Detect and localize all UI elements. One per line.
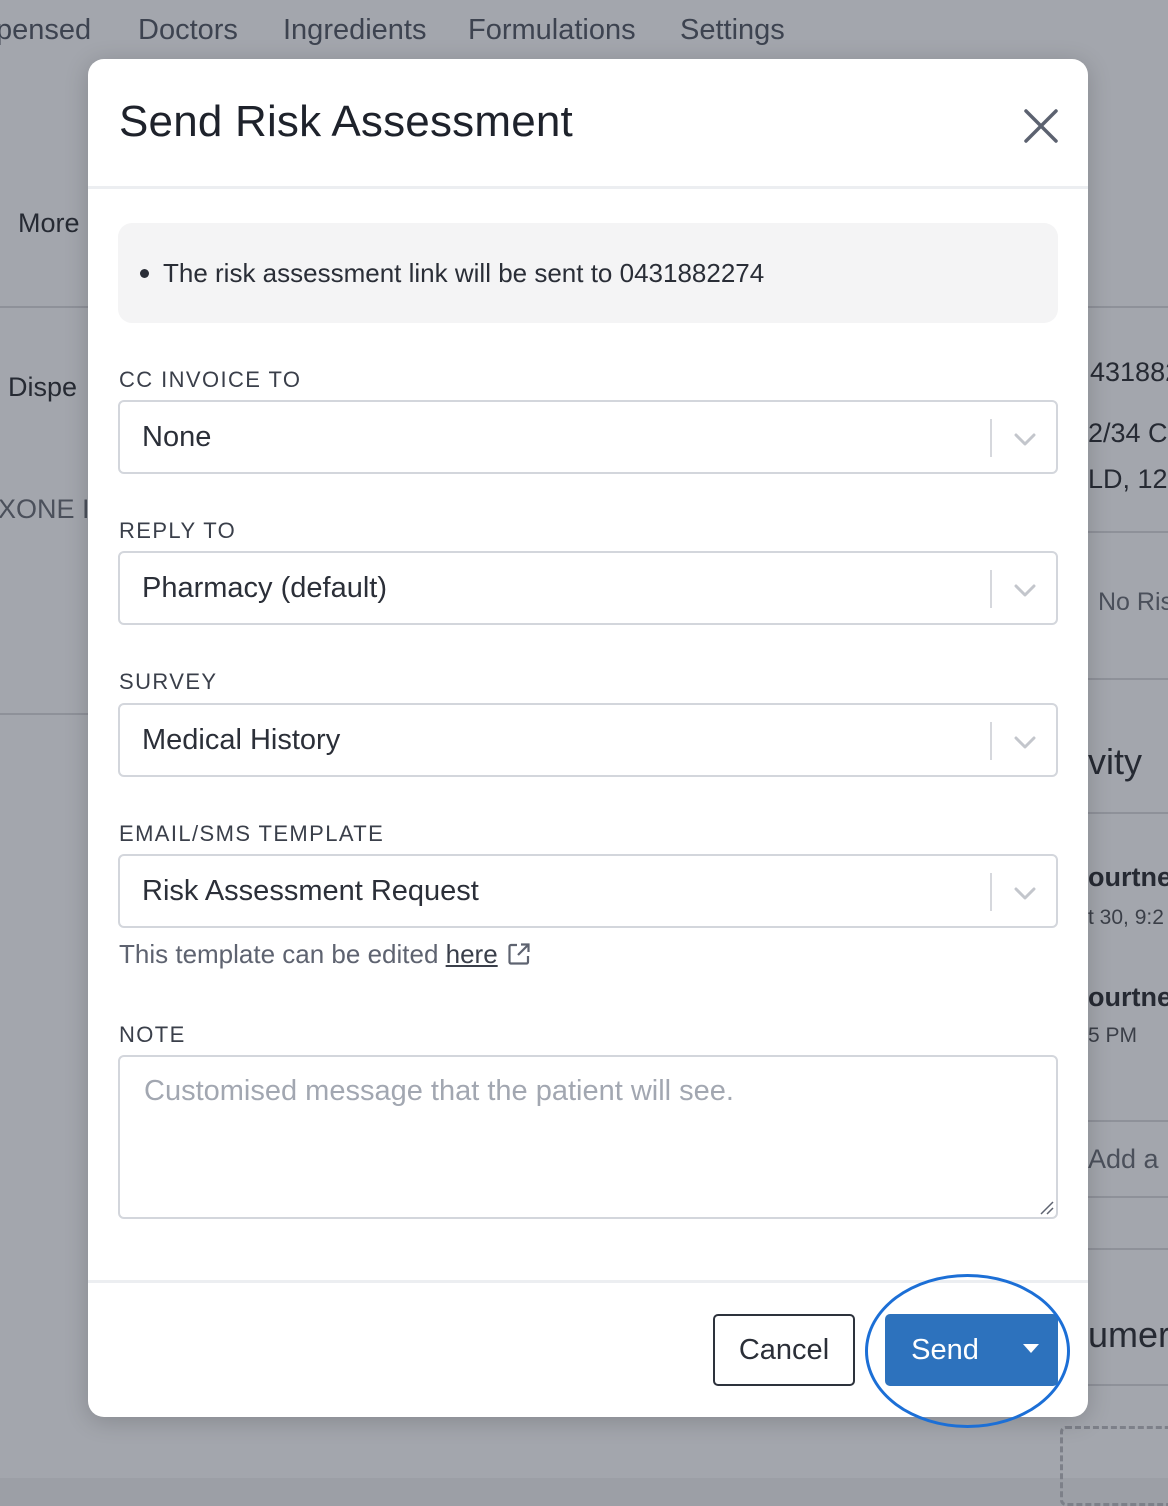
send-button[interactable]: Send xyxy=(885,1314,1005,1386)
dispensed-label: Dispe xyxy=(8,372,78,402)
more-tab[interactable]: More xyxy=(18,208,80,239)
documents-heading: umer xyxy=(1088,1314,1168,1355)
divider xyxy=(1088,1196,1168,1198)
send-options-toggle[interactable] xyxy=(1005,1314,1058,1386)
bullet-point xyxy=(140,269,149,278)
nav-item-formulations[interactable]: Formulations xyxy=(468,14,636,47)
close-button[interactable] xyxy=(1018,103,1064,149)
activity-heading: vity xyxy=(1088,741,1142,782)
caret-down-icon xyxy=(1023,1344,1039,1353)
divider xyxy=(0,306,88,308)
modal-title: Send Risk Assessment xyxy=(119,97,573,146)
nav-item-ingredients[interactable]: Ingredients xyxy=(283,14,427,47)
nav-item-settings[interactable]: Settings xyxy=(680,14,785,47)
activity-user: ourtne xyxy=(1088,982,1168,1012)
external-link-icon[interactable] xyxy=(506,941,532,967)
template-value: Risk Assessment Request xyxy=(142,875,479,907)
send-risk-assessment-modal: Send Risk Assessment The risk assessment… xyxy=(88,59,1088,1417)
activity-time: 5 PM xyxy=(1088,1024,1138,1047)
patient-address-line1: 2/34 C xyxy=(1088,418,1168,448)
note-textarea[interactable] xyxy=(118,1055,1058,1219)
add-comment-input[interactable]: Add a xyxy=(1088,1144,1159,1175)
template-edit-link[interactable]: here xyxy=(446,939,498,969)
product-name: XONE I xyxy=(0,494,90,524)
nav-item-doctors[interactable]: Doctors xyxy=(138,14,238,47)
reply-to-label: REPLY TO xyxy=(119,518,237,543)
template-help-text: This template can be edited here xyxy=(119,939,532,970)
divider xyxy=(0,713,88,715)
template-help-prefix: This template can be edited xyxy=(119,939,446,969)
template-label: EMAIL/SMS TEMPLATE xyxy=(119,821,385,846)
cc-invoice-select[interactable]: None xyxy=(118,400,1058,474)
modal-header: Send Risk Assessment xyxy=(88,59,1088,189)
resize-handle-icon[interactable] xyxy=(1038,1199,1054,1215)
divider xyxy=(1088,678,1168,680)
chevron-down-icon xyxy=(1014,584,1036,597)
divider xyxy=(1088,306,1168,308)
close-icon xyxy=(1024,109,1058,143)
patient-phone: 431882 xyxy=(1090,357,1168,387)
note-label: NOTE xyxy=(119,1022,186,1047)
cc-invoice-value: None xyxy=(142,421,212,453)
template-select[interactable]: Risk Assessment Request xyxy=(118,854,1058,928)
nav-item-dispensed[interactable]: pensed xyxy=(0,14,91,47)
survey-select[interactable]: Medical History xyxy=(118,703,1058,777)
info-message: The risk assessment link will be sent to… xyxy=(163,258,765,288)
survey-value: Medical History xyxy=(142,724,341,756)
activity-user: ourtne xyxy=(1088,862,1168,892)
upload-dropzone[interactable] xyxy=(1060,1426,1168,1506)
chevron-down-icon xyxy=(1014,736,1036,749)
reply-to-value: Pharmacy (default) xyxy=(142,572,387,604)
patient-address-line2: LD, 123 xyxy=(1088,464,1168,494)
divider xyxy=(1088,1384,1168,1386)
divider xyxy=(1088,531,1168,533)
select-separator xyxy=(990,873,992,911)
cc-invoice-label: CC INVOICE TO xyxy=(119,367,302,392)
select-separator xyxy=(990,419,992,457)
send-split-button: Send xyxy=(885,1314,1058,1386)
divider xyxy=(1088,1120,1168,1122)
chevron-down-icon xyxy=(1014,887,1036,900)
select-separator xyxy=(990,722,992,760)
divider xyxy=(1088,812,1168,814)
chevron-down-icon xyxy=(1014,433,1036,446)
activity-time: t 30, 9:2 xyxy=(1088,906,1164,929)
reply-to-select[interactable]: Pharmacy (default) xyxy=(118,551,1058,625)
risk-status: No Ris xyxy=(1098,588,1168,616)
info-box: The risk assessment link will be sent to… xyxy=(118,223,1058,323)
survey-label: SURVEY xyxy=(119,669,218,694)
select-separator xyxy=(990,570,992,608)
divider xyxy=(1088,1248,1168,1250)
cancel-button[interactable]: Cancel xyxy=(713,1314,855,1386)
footer-divider xyxy=(88,1280,1088,1283)
